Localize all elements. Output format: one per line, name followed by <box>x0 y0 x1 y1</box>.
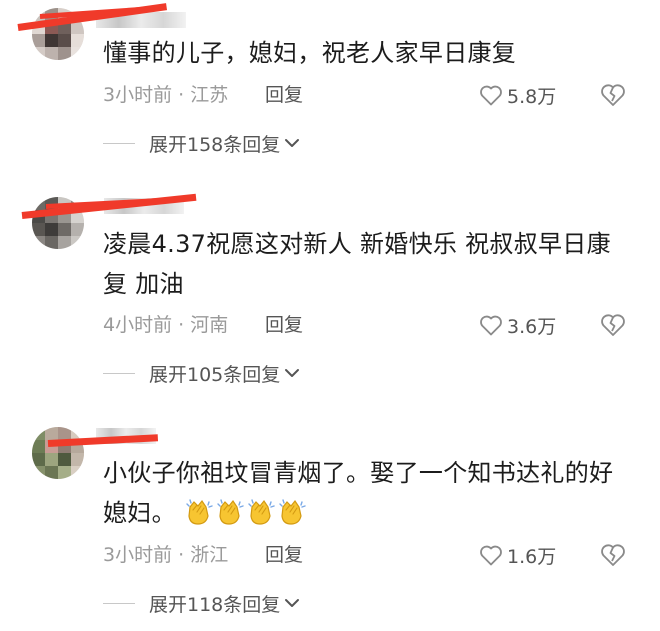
reply-button[interactable]: 回复 <box>265 83 303 107</box>
clapping-hands-emoji <box>217 499 244 525</box>
divider <box>103 372 135 374</box>
heart-outline-icon <box>480 545 502 566</box>
broken-heart-outline-icon <box>601 544 625 566</box>
comment-text: 凌晨4.37祝愿这对新人 新婚快乐 祝叔叔早日康 复 加油 <box>103 224 633 304</box>
comment-text: 小伙子你祖坟冒青烟了。娶了一个知书达礼的好 媳妇。 <box>103 453 633 533</box>
expand-replies-label: 展开118条回复 <box>149 593 281 616</box>
comment-list: 懂事的儿子，媳妇，祝老人家早日康复 3小时前 · 江苏 回复 5.8万 展开15… <box>0 0 660 631</box>
comment-text-line: 复 加油 <box>103 270 184 298</box>
like-count: 1.6万 <box>507 545 557 568</box>
comment-text-line: 小伙子你祖坟冒青烟了。娶了一个知书达礼的好 <box>103 459 614 487</box>
comment-text: 懂事的儿子，媳妇，祝老人家早日康复 <box>103 33 633 73</box>
comment-text-line: 凌晨4.37祝愿这对新人 新婚快乐 祝叔叔早日康 <box>103 230 611 258</box>
comment-meta: 4小时前 · 河南 回复 <box>103 313 303 337</box>
chevron-down-icon <box>285 369 300 377</box>
divider <box>103 602 135 604</box>
heart-outline-icon <box>480 315 502 336</box>
dislike-button[interactable] <box>599 311 627 339</box>
like-button[interactable]: 3.6万 <box>479 312 556 338</box>
heart-outline-icon <box>480 85 502 106</box>
broken-heart-outline-icon <box>601 314 625 336</box>
chevron-down-icon <box>285 139 300 147</box>
avatar[interactable] <box>32 427 84 479</box>
chevron-down-icon <box>285 599 300 607</box>
divider <box>103 142 135 144</box>
comment-text-line: 媳妇。 <box>103 499 176 527</box>
dislike-button[interactable] <box>599 541 627 569</box>
broken-heart-outline-icon <box>601 84 625 106</box>
reply-button[interactable]: 回复 <box>265 313 303 337</box>
expand-replies-button[interactable]: 展开105条回复 <box>103 360 300 386</box>
like-count: 5.8万 <box>507 85 557 108</box>
expand-replies-button[interactable]: 展开118条回复 <box>103 590 300 616</box>
expand-replies-button[interactable]: 展开158条回复 <box>103 130 300 156</box>
like-count: 3.6万 <box>507 315 557 338</box>
comment-meta: 3小时前 · 浙江 回复 <box>103 543 303 567</box>
time-location: 3小时前 · 浙江 <box>103 544 229 566</box>
clapping-hands-emoji <box>186 499 213 525</box>
clapping-hands-emoji <box>248 499 275 525</box>
expand-replies-label: 展开105条回复 <box>149 363 281 386</box>
emoji-row <box>184 499 308 527</box>
comment-meta: 3小时前 · 江苏 回复 <box>103 83 303 107</box>
time-location: 3小时前 · 江苏 <box>103 84 229 106</box>
comment-text-line: 懂事的儿子，媳妇，祝老人家早日康复 <box>103 39 517 67</box>
comment-text-line-2: 媳妇。 <box>103 493 633 533</box>
dislike-button[interactable] <box>599 81 627 109</box>
reply-button[interactable]: 回复 <box>265 543 303 567</box>
time-location: 4小时前 · 河南 <box>103 314 229 336</box>
expand-replies-label: 展开158条回复 <box>149 133 281 156</box>
like-button[interactable]: 5.8万 <box>479 82 556 108</box>
clapping-hands-emoji <box>279 499 306 525</box>
like-button[interactable]: 1.6万 <box>479 542 556 568</box>
